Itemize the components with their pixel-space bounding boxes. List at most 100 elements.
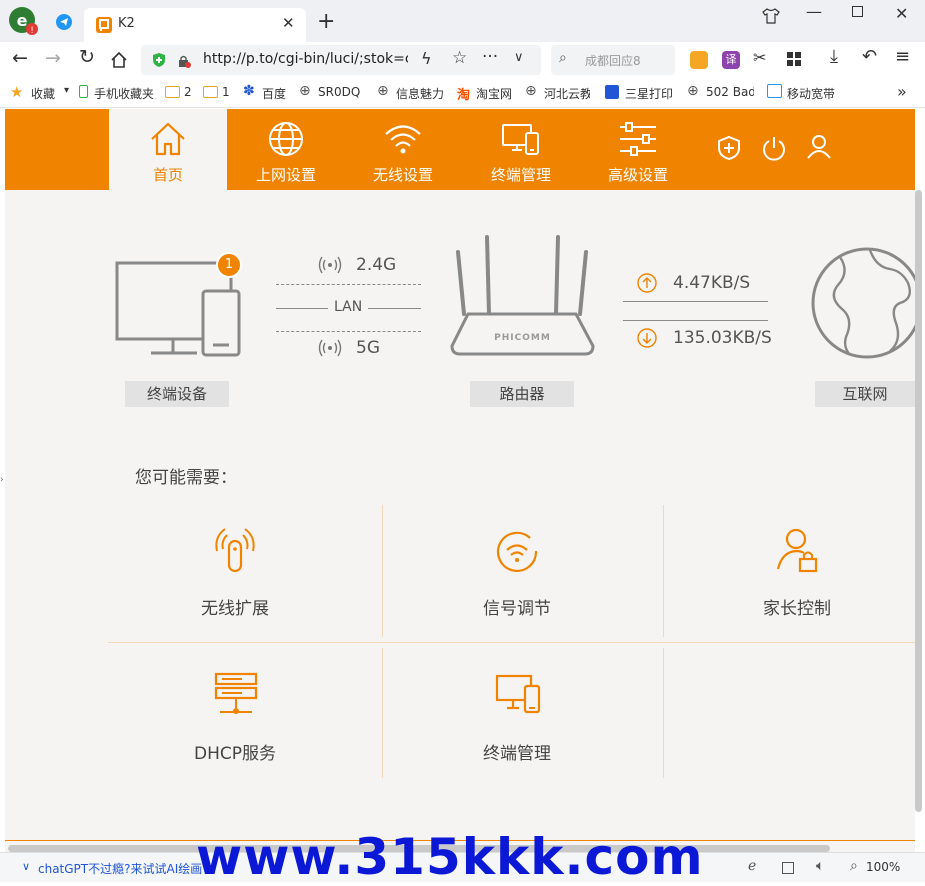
security-shield-icon[interactable] xyxy=(151,52,167,68)
speed-divider xyxy=(623,301,768,302)
insecure-lock-icon[interactable] xyxy=(177,53,191,68)
folder-icon xyxy=(165,86,180,98)
device-count-badge: 1 xyxy=(216,252,242,278)
telegram-tab-icon[interactable] xyxy=(55,13,73,31)
download-speed: 135.03KB/S xyxy=(673,328,772,348)
download-icon[interactable]: ⤓ xyxy=(830,46,838,67)
url-text[interactable]: http://p.to/cgi-bin/luci/;stok=c xyxy=(203,51,408,67)
nav-device-management[interactable]: 终端管理 xyxy=(462,109,580,190)
maximize-button[interactable] xyxy=(852,6,863,17)
wireless-extend-icon xyxy=(213,527,257,575)
nav-internet-settings[interactable]: 上网设置 xyxy=(227,109,345,190)
devices-icon xyxy=(502,121,540,157)
band-24g-label: 2.4G xyxy=(356,255,397,275)
browser-logo-icon[interactable]: e! xyxy=(8,6,38,36)
bookmark-xinxi[interactable]: 信息魅力 xyxy=(396,85,444,102)
globe-icon: ⊕ xyxy=(525,83,537,99)
user-icon[interactable] xyxy=(807,134,831,160)
bookmark-sr0dq[interactable]: SR0DQ xyxy=(318,85,360,99)
bookmark-baidu[interactable]: 百度 xyxy=(262,85,286,102)
back-button[interactable]: ← xyxy=(12,47,28,69)
new-tab-button[interactable]: + xyxy=(317,9,335,34)
tab-title: K2 xyxy=(118,16,135,31)
device-management-label: 终端管理 xyxy=(483,744,551,764)
terminal-devices-label: 终端设备 xyxy=(125,381,229,407)
upload-speed: 4.47KB/S xyxy=(673,273,751,293)
bookmark-taobao[interactable]: 淘宝网 xyxy=(476,85,512,102)
apps-grid-icon[interactable] xyxy=(786,51,802,67)
status-chevron-icon[interactable]: ∨ xyxy=(22,860,30,873)
internet-label: 互联网 xyxy=(815,381,915,407)
reload-button[interactable]: ↻ xyxy=(79,46,95,68)
window-icon[interactable] xyxy=(782,862,794,874)
top-nav: 首页 上网设置 无线设置 终端管理 高级设置 xyxy=(5,109,915,190)
grid-divider xyxy=(663,648,664,778)
status-promo-link[interactable]: chatGPT不过瘾?来试试AI绘画 xyxy=(38,860,202,877)
volume-icon[interactable]: 🔈︎ xyxy=(816,858,824,874)
search-input[interactable]: 成都回应8 xyxy=(585,52,671,69)
bookmark-mobile-broadband[interactable]: 移动宽带 xyxy=(787,85,835,102)
edge-icon[interactable]: ℯ xyxy=(748,858,756,874)
zoom-level[interactable]: 100% xyxy=(866,860,900,874)
star-icon[interactable]: ☆ xyxy=(452,48,467,68)
bookmark-mobile[interactable]: 手机收藏夹 xyxy=(94,85,154,102)
extension-fox-icon[interactable] xyxy=(690,51,708,69)
bookmarks-overflow-button[interactable]: » xyxy=(897,82,907,101)
bookmark-dropdown-icon[interactable]: ▾ xyxy=(64,85,69,96)
close-window-button[interactable]: ✕ xyxy=(895,4,908,23)
nav-advanced-settings[interactable]: 高级设置 xyxy=(579,109,697,190)
signal-adjust-label: 信号调节 xyxy=(483,599,551,619)
vertical-scrollbar[interactable] xyxy=(915,190,922,812)
shirt-icon[interactable] xyxy=(762,8,780,24)
bookmark-samsung[interactable]: 三星打印 xyxy=(625,85,673,102)
translate-icon[interactable]: 译 xyxy=(722,51,740,69)
router-icon[interactable]: PHICOMM xyxy=(450,234,595,364)
wireless-extend-label: 无线扩展 xyxy=(201,599,269,619)
power-icon[interactable] xyxy=(762,135,786,161)
search-icon: ⌕ xyxy=(559,50,567,66)
side-expand-arrow[interactable]: › xyxy=(0,475,4,485)
dhcp-server-icon xyxy=(214,672,258,718)
more-dots-icon[interactable]: ··· xyxy=(482,47,498,67)
minimize-button[interactable]: — xyxy=(806,2,822,21)
tab-k2[interactable]: K2 ✕ xyxy=(84,8,306,42)
bookmark-favorites[interactable]: 收藏 xyxy=(31,85,55,102)
lightning-icon[interactable]: ϟ xyxy=(421,49,432,68)
menu-icon[interactable]: ≡ xyxy=(895,46,910,67)
bookmark-502[interactable]: 502 Bad xyxy=(706,85,754,99)
download-arrow-icon xyxy=(637,328,657,348)
address-bar[interactable]: http://p.to/cgi-bin/luci/;stok=c ϟ ☆ ···… xyxy=(141,45,541,75)
bookmark-hebei[interactable]: 河北云教 xyxy=(544,85,590,102)
nav-home-label: 首页 xyxy=(152,166,183,184)
nav-home[interactable]: 首页 xyxy=(109,109,227,190)
tab-close-icon[interactable]: ✕ xyxy=(282,14,295,32)
undo-icon[interactable]: ↶ xyxy=(862,46,877,67)
nav-wireless-settings[interactable]: 无线设置 xyxy=(344,109,462,190)
internet-globe-icon[interactable] xyxy=(810,247,915,362)
quick-wireless-extend[interactable]: 无线扩展 xyxy=(135,519,335,631)
house-icon xyxy=(767,84,782,98)
globe-icon: ⊕ xyxy=(687,83,699,99)
scissors-icon[interactable]: ✂ xyxy=(753,48,766,67)
quick-parental-control[interactable]: 家长控制 xyxy=(697,519,897,631)
forward-button[interactable]: → xyxy=(45,47,61,69)
signal-icon xyxy=(318,255,342,275)
chevron-down-icon[interactable]: ∨ xyxy=(514,50,524,65)
quick-signal-adjust[interactable]: 信号调节 xyxy=(417,519,617,631)
quick-dhcp-service[interactable]: DHCP服务 xyxy=(135,664,335,776)
bookmark-folder-1[interactable]: 1 xyxy=(222,85,230,99)
shield-plus-icon[interactable] xyxy=(717,135,741,161)
globe-icon: ⊕ xyxy=(299,83,311,99)
home-button[interactable] xyxy=(110,51,128,69)
nav-devices-label: 终端管理 xyxy=(490,166,551,184)
quick-device-management[interactable]: 终端管理 xyxy=(417,664,617,776)
bookmark-folder-2[interactable]: 2 xyxy=(184,85,192,99)
search-box[interactable]: ⌕ 成都回应8 xyxy=(551,45,675,75)
nav-internet-label: 上网设置 xyxy=(255,166,316,184)
router-brand-text: PHICOMM xyxy=(494,333,551,343)
grid-divider xyxy=(108,642,915,643)
zoom-icon[interactable]: ⌕ xyxy=(850,858,858,874)
dashed-divider xyxy=(276,331,421,332)
upload-arrow-icon xyxy=(637,273,657,293)
router-label: 路由器 xyxy=(470,381,574,407)
